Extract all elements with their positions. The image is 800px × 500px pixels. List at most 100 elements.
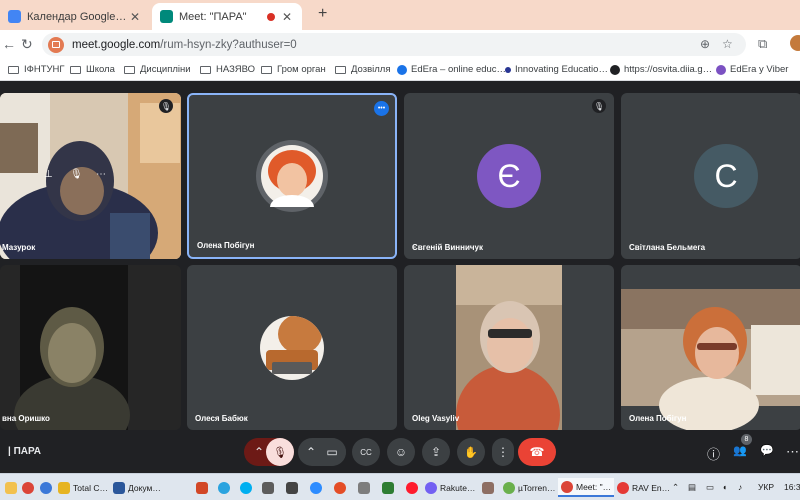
url-path: /rum-hsyn-zky?authuser=0 xyxy=(160,38,297,51)
taskbar-pin[interactable] xyxy=(406,478,421,497)
language-indicator[interactable]: УКР xyxy=(758,482,774,492)
reload-icon[interactable]: ↻ xyxy=(21,36,33,53)
site-info-icon[interactable] xyxy=(48,36,64,53)
taskbar-pin[interactable] xyxy=(382,478,397,497)
hangup-icon: ☎ xyxy=(529,445,545,459)
participant-tile[interactable]: Oleg Vasyliv xyxy=(404,265,614,430)
participant-tile[interactable]: Олена Побігун xyxy=(621,265,800,430)
taskbar-pin[interactable] xyxy=(358,478,373,497)
chat-icon[interactable]: 💬 xyxy=(760,444,774,457)
activities-icon[interactable]: ⋯ xyxy=(786,444,799,460)
bookmark-site[interactable]: EdEra – online educ… xyxy=(397,64,506,75)
folder-icon xyxy=(124,65,135,74)
bookmark-site[interactable]: EdEra у Viber xyxy=(716,64,788,75)
taskbar-pin[interactable] xyxy=(240,478,255,497)
bookmark-star-icon[interactable]: ☆ xyxy=(722,37,733,51)
globe-icon xyxy=(40,481,52,494)
close-icon[interactable]: ✕ xyxy=(280,10,294,24)
participant-tile[interactable]: ••• Олена Побігун xyxy=(187,93,397,259)
participant-tile[interactable]: вна Оришко xyxy=(0,265,181,430)
taskbar-pin[interactable] xyxy=(482,478,497,497)
chevron-up-icon: ⌃ xyxy=(306,445,317,459)
folder-icon xyxy=(8,65,19,74)
utorrent-icon xyxy=(503,481,515,494)
battery-icon[interactable]: ▭ xyxy=(706,482,714,493)
back-icon[interactable]: ← xyxy=(2,36,16,52)
avatar: С xyxy=(694,144,758,208)
taskbar-pin[interactable] xyxy=(196,478,211,497)
mic-off-icon: 🎙 xyxy=(273,446,287,459)
bookmark-folder[interactable]: НАЗЯВО xyxy=(200,64,255,75)
participant-tile[interactable]: С Світлана Бельмега xyxy=(621,93,800,259)
camera-toggle-button[interactable]: ▭ xyxy=(318,438,346,466)
globe-icon xyxy=(610,64,620,75)
taskbar-pin[interactable] xyxy=(286,478,301,497)
app-icon xyxy=(358,481,370,494)
tab-calendar[interactable]: Календар Google - Графік по… ✕ xyxy=(0,3,150,30)
calendar-icon xyxy=(8,10,21,23)
bookmark-folder[interactable]: Дозвілля xyxy=(335,64,390,75)
taskbar-pin[interactable] xyxy=(262,478,277,497)
viber-icon xyxy=(425,481,437,494)
speaker-icon[interactable]: ♪ xyxy=(738,482,742,492)
participant-tile[interactable]: 🎙 ⊥ 🎙 ⋯ Мазурок xyxy=(0,93,181,259)
taskbar-pin[interactable] xyxy=(22,478,37,497)
bookmark-folder[interactable]: Гром орган xyxy=(261,64,326,75)
participant-tile[interactable]: 🎙 Є Євгеній Винничук xyxy=(404,93,614,259)
network-icon[interactable]: ▤ xyxy=(688,482,696,493)
taskbar: Total C… Докум… Rakute… µTorren… Meet: "… xyxy=(0,473,800,500)
zoom-icon[interactable]: ⊕ xyxy=(700,37,710,51)
hand-icon: ✋ xyxy=(464,446,478,459)
close-icon[interactable]: ✕ xyxy=(128,10,142,24)
volume-icon[interactable]: ◖ xyxy=(722,482,727,492)
microphone-toggle-button[interactable]: 🎙 xyxy=(266,438,294,466)
taskbar-pin[interactable] xyxy=(310,478,325,497)
address-bar[interactable]: meet.google.com/rum-hsyn-zky?authuser=0 … xyxy=(42,33,746,56)
recording-indicator-icon xyxy=(267,12,275,21)
taskbar-label: Rakute… xyxy=(440,482,476,493)
taskbar-pin[interactable] xyxy=(40,478,55,497)
bookmark-site[interactable]: https://osvita.diia.g… xyxy=(610,64,712,75)
taskbar-item[interactable]: Rakute… xyxy=(425,478,475,497)
app-icon xyxy=(482,481,494,494)
people-icon[interactable]: 👥 xyxy=(733,444,747,457)
taskbar-pin[interactable] xyxy=(5,478,20,497)
muted-mic-icon: 🎙 xyxy=(70,169,83,180)
captions-button[interactable]: CC xyxy=(352,438,380,466)
present-screen-button[interactable]: ⇪ xyxy=(422,438,450,466)
more-options-button[interactable]: ⋮ xyxy=(492,438,514,466)
bookmark-folder[interactable]: Дисципліни xyxy=(124,64,191,75)
participant-name: Олена Побігун xyxy=(629,414,687,423)
bookmark-folder[interactable]: Школа xyxy=(70,64,115,75)
taskbar-pin[interactable] xyxy=(218,478,233,497)
raise-hand-button[interactable]: ✋ xyxy=(457,438,485,466)
taskbar-label: Meet: "… xyxy=(576,481,612,492)
leave-call-button[interactable]: ☎ xyxy=(518,438,556,466)
url-text: meet.google.com/rum-hsyn-zky?authuser=0 xyxy=(72,39,297,51)
taskbar-item-active[interactable]: Meet: "… xyxy=(558,478,615,497)
taskbar-pin[interactable] xyxy=(334,478,349,497)
more-options-icon[interactable]: ⋯ xyxy=(96,169,106,180)
meeting-info-icon[interactable]: ⓘ xyxy=(707,444,720,463)
taskbar-item[interactable]: Докум… xyxy=(113,478,161,497)
bookmark-site[interactable]: Innovating Educatio… xyxy=(505,64,608,75)
taskbar-item[interactable]: Total C… xyxy=(58,478,108,497)
clock[interactable]: 16:3 xyxy=(784,482,800,492)
pin-icon[interactable]: ⊥ xyxy=(44,169,53,180)
bookmark-label: Школа xyxy=(86,64,115,75)
bookmark-folder[interactable]: ІФНТУНГ xyxy=(8,64,65,75)
participant-name: Євгеній Винничук xyxy=(412,243,483,252)
taskbar-item[interactable]: µTorren… xyxy=(503,478,556,497)
telegram-icon xyxy=(218,481,230,494)
taskbar-label: Total C… xyxy=(73,482,108,493)
more-options-icon[interactable]: ••• xyxy=(374,101,389,116)
tray-chevron-icon[interactable]: ⌃ xyxy=(672,482,679,493)
participant-count-badge: 8 xyxy=(741,434,752,445)
participant-tile[interactable]: Олеся Бабюк xyxy=(187,265,397,430)
tab-meet[interactable]: Meet: "ПАРА" ✕ xyxy=(152,3,302,30)
profile-avatar[interactable] xyxy=(790,35,800,51)
emoji-reactions-button[interactable]: ☺ xyxy=(387,438,415,466)
new-tab-button[interactable]: + xyxy=(318,5,327,23)
taskbar-item[interactable]: RAV En… xyxy=(617,478,670,497)
extensions-icon[interactable]: ⧉ xyxy=(758,36,767,52)
